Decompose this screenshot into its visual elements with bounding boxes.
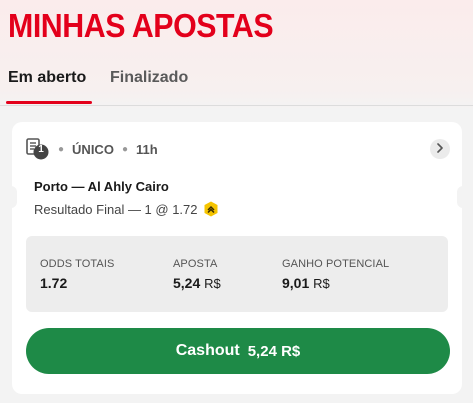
payout-currency: R$ <box>313 276 330 291</box>
stake-currency: R$ <box>204 276 221 291</box>
tab-finished[interactable]: Finalizado <box>110 69 188 87</box>
stake-amount: 5,24 R$ <box>173 275 221 291</box>
payout-label: GANHO POTENCIAL <box>282 258 390 270</box>
selection-text: Resultado Final — 1 @ 1.72 <box>34 201 198 217</box>
stat-stake: APOSTA 5,24 R$ <box>173 258 221 291</box>
bet-header: 1 ● ÚNICO ● 11h <box>26 138 158 160</box>
stat-odds: ODDS TOTAIS 1.72 <box>40 258 114 291</box>
card-notch-right <box>457 186 467 208</box>
stat-payout: GANHO POTENCIAL 9,01 R$ <box>282 258 389 291</box>
match-name: Porto — Al Ahly Cairo <box>34 179 169 194</box>
chevron-right-icon <box>436 140 444 158</box>
separator-dot: ● <box>58 143 65 155</box>
cashout-label: Cashout <box>175 342 240 359</box>
boost-badge-icon <box>204 201 218 217</box>
bet-stats: ODDS TOTAIS 1.72 APOSTA 5,24 R$ GANHO PO… <box>26 236 448 312</box>
page-title: MINHAS APOSTAS <box>8 7 274 44</box>
payout-amount: 9,01 R$ <box>282 275 389 291</box>
cashout-button[interactable]: Cashout 5,24 R$ <box>26 328 450 374</box>
bet-time: 11h <box>135 141 158 157</box>
odds-label: ODDS TOTAIS <box>40 258 115 270</box>
bet-slip-icon: 1 <box>26 138 50 160</box>
expand-bet-button[interactable] <box>430 139 450 159</box>
bets-tabs: Em aberto Finalizado <box>0 64 473 106</box>
bet-type: ÚNICO <box>72 141 114 157</box>
bet-card: 1 ● ÚNICO ● 11h Porto — Al Ahly Cairo Re… <box>7 122 467 394</box>
active-tab-indicator <box>6 101 92 104</box>
cashout-amount: 5,24 R$ <box>247 342 301 360</box>
odds-value: 1.72 <box>40 275 68 291</box>
payout-value: 9,01 <box>282 275 310 291</box>
bet-selection: Resultado Final — 1 @ 1.72 <box>34 201 218 217</box>
stake-label: APOSTA <box>173 258 218 270</box>
separator-dot: ● <box>121 143 128 155</box>
card-notch-left <box>7 186 17 208</box>
stake-value: 5,24 <box>173 275 201 291</box>
bet-count-badge: 1 <box>38 144 44 155</box>
tab-open[interactable]: Em aberto <box>8 69 86 87</box>
